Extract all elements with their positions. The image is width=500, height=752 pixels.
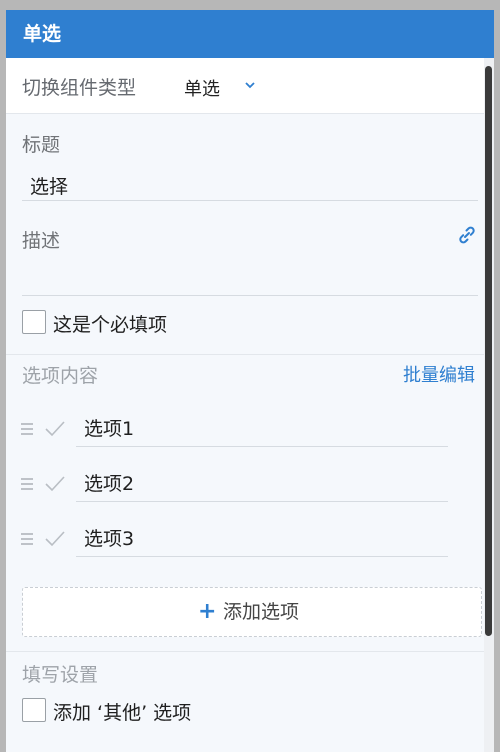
batch-edit-link[interactable]: 批量编辑 [403, 361, 475, 387]
panel-header: 单选 [6, 10, 494, 58]
option-input[interactable]: 选项3 [84, 524, 134, 551]
panel-title: 单选 [23, 23, 62, 45]
required-checkbox[interactable] [22, 310, 46, 334]
add-option-label: 添加选项 [223, 601, 300, 623]
check-icon[interactable] [44, 418, 66, 438]
plus-icon: + [198, 599, 217, 624]
option-row: 选项3 [6, 518, 484, 562]
option-underline [76, 501, 448, 502]
option-underline [76, 446, 448, 447]
component-type-row: 切换组件类型 单选 [6, 58, 494, 114]
title-label: 标题 [22, 134, 61, 156]
add-other-label: 添加 ‘其他’ 选项 [53, 702, 192, 724]
check-icon[interactable] [44, 528, 66, 548]
add-option-button[interactable]: + 添加选项 [22, 587, 482, 637]
required-label: 这是个必填项 [53, 314, 168, 336]
component-type-label: 切换组件类型 [22, 77, 137, 99]
drag-handle-icon[interactable] [20, 421, 34, 437]
check-icon[interactable] [44, 473, 66, 493]
description-label: 描述 [22, 230, 61, 252]
drag-handle-icon[interactable] [20, 476, 34, 492]
option-row: 选项1 [6, 408, 484, 452]
option-underline [76, 556, 448, 557]
option-input[interactable]: 选项2 [84, 469, 134, 496]
scrollbar[interactable] [484, 58, 494, 752]
fill-settings-label: 填写设置 [22, 664, 99, 686]
properties-panel: 单选 切换组件类型 单选 标题 选择 描述 这是个必填项 选项内容 批量编辑 选… [6, 10, 494, 752]
component-type-value: 单选 [184, 79, 220, 100]
link-icon[interactable] [457, 225, 477, 245]
drag-handle-icon[interactable] [20, 531, 34, 547]
options-label: 选项内容 [22, 365, 99, 387]
description-input-underline [22, 295, 478, 296]
scrollbar-thumb[interactable] [485, 66, 492, 636]
title-input-underline [22, 200, 478, 201]
divider [6, 354, 484, 355]
chevron-down-icon [245, 82, 255, 89]
add-other-checkbox[interactable] [22, 698, 46, 722]
divider [6, 651, 484, 652]
option-input[interactable]: 选项1 [84, 414, 134, 441]
option-row: 选项2 [6, 463, 484, 507]
title-input-value: 选择 [30, 176, 69, 198]
